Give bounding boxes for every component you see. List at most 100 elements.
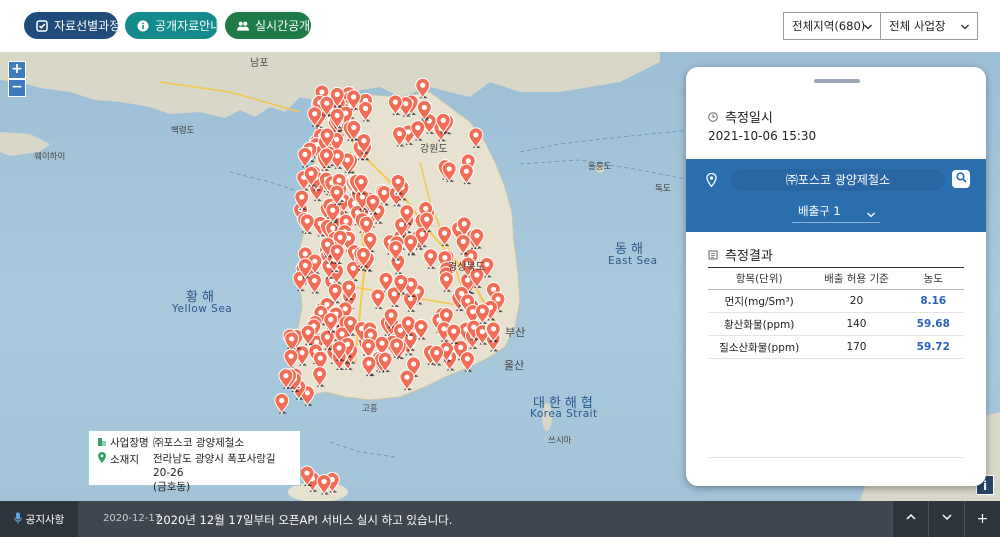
table-row: 질소산화물(ppm) 170 59.72 <box>708 335 964 359</box>
notice-prev-button[interactable] <box>892 501 928 537</box>
zoom-in-button[interactable]: + <box>8 61 26 79</box>
facility-marker[interactable] <box>357 101 373 123</box>
row-limit: 20 <box>810 289 903 313</box>
region-select[interactable]: 전체지역(680) <box>783 12 881 40</box>
facility-marker[interactable] <box>312 366 328 388</box>
chevron-down-icon <box>863 21 873 35</box>
ulleung-label: 울릉도 <box>588 162 612 172</box>
document-icon <box>708 250 718 260</box>
table-row: 황산화물(ppm) 140 59.68 <box>708 312 964 336</box>
notice-label: 공지사항 <box>25 513 65 526</box>
public-data-guide-button[interactable]: 공개자료안내 <box>125 12 222 39</box>
chevron-up-icon <box>905 511 917 527</box>
row-item: 먼지(mg/Sm³) <box>708 289 811 313</box>
realtime-disclosure-label: 실시간공개 <box>255 19 311 33</box>
site-info-popup: 사업장명 ㈜포스코 광양제철소 소재지 전라남도 광양시 폭포사랑길 20-26… <box>88 430 301 493</box>
tsushima-label: 쓰시마 <box>548 436 572 446</box>
facility-marker[interactable] <box>458 163 474 186</box>
site-name-label: 사업장명 <box>110 437 149 449</box>
zoom-out-button[interactable]: − <box>8 79 26 97</box>
column-header-item: 항목(단위) <box>708 267 811 290</box>
gyeongbuk-label: 경상북도 <box>448 262 485 273</box>
clock-icon <box>708 111 718 122</box>
site-address-row: 소재지 전라남도 광양시 폭포사랑길 20-26 (금호동) <box>97 452 292 494</box>
column-header-limit: 배출 허용 기준 <box>810 267 903 290</box>
site-address-line1: 전라남도 광양시 폭포사랑길 20-26 <box>153 453 276 479</box>
row-value: 59.72 <box>902 335 964 359</box>
facility-marker[interactable] <box>415 77 431 100</box>
notice-bar: 공지사항 2020-12-17 2020년 12월 17일부터 오픈API 서비… <box>0 501 1000 537</box>
facility-marker[interactable] <box>399 369 415 392</box>
facility-marker[interactable] <box>370 288 386 311</box>
row-value: 59.68 <box>902 312 964 336</box>
yellow-sea-en-label: Yellow Sea <box>172 303 233 315</box>
row-value: 8.16 <box>902 289 964 313</box>
chevron-down-icon <box>866 206 876 226</box>
column-header-value: 농도 <box>902 267 964 290</box>
row-limit: 170 <box>810 335 903 359</box>
outlet-select-value: 배출구 1 <box>798 204 841 218</box>
facility-marker[interactable] <box>468 127 484 150</box>
table-header-row: 항목(단위) 배출 허용 기준 농도 <box>708 267 964 290</box>
notice-text[interactable]: 2020년 12월 17일부터 오픈API 서비스 실시 하고 있습니다. <box>156 512 452 528</box>
measurement-panel: 측정일시 2021-10-06 15:30 ㈜포스코 광양제철소 배출구 1 측… <box>686 67 986 486</box>
data-selection-process-label: 자료선별과정 <box>54 19 121 33</box>
facility-marker[interactable] <box>438 271 454 294</box>
facility-marker[interactable] <box>283 348 299 371</box>
facility-marker[interactable] <box>387 94 403 117</box>
realtime-disclosure-button[interactable]: 실시간공개 <box>225 12 311 39</box>
facility-selector-band: ㈜포스코 광양제철소 배출구 1 <box>686 159 986 232</box>
location-pin-icon <box>97 452 107 467</box>
goheung-label: 고흥 <box>362 404 378 414</box>
baengnyeong-label: 백령도 <box>171 126 195 136</box>
panel-divider <box>708 457 964 458</box>
facility-marker[interactable] <box>307 273 323 295</box>
measurement-time-value: 2021-10-06 15:30 <box>708 129 817 143</box>
row-item: 황산화물(ppm) <box>708 312 811 336</box>
chevron-down-icon <box>941 511 953 527</box>
facility-marker[interactable] <box>459 351 475 374</box>
facility-marker[interactable] <box>423 248 439 271</box>
chevron-down-icon <box>960 21 970 35</box>
east-sea-en-label: East Sea <box>608 255 658 267</box>
notice-more-button[interactable]: + <box>964 501 1000 537</box>
users-icon <box>237 20 249 32</box>
measurement-result-heading: 측정결과 <box>708 245 773 264</box>
facility-marker[interactable] <box>437 225 453 248</box>
facility-marker[interactable] <box>316 473 332 496</box>
row-limit: 140 <box>810 312 903 336</box>
public-data-guide-label: 공개자료안내 <box>155 19 222 33</box>
measurement-time-title: 측정일시 <box>725 111 773 126</box>
busan-label: 부산 <box>505 326 526 339</box>
microphone-icon <box>13 512 22 527</box>
row-item: 질소산화물(ppm) <box>708 335 811 359</box>
gangwon-label: 강원도 <box>420 144 448 155</box>
site-address-line2: (금호동) <box>153 481 191 493</box>
info-circle-icon <box>137 20 149 32</box>
region-select-value: 전체지역(680) <box>792 19 866 33</box>
table-row: 먼지(mg/Sm³) 20 8.16 <box>708 289 964 313</box>
panel-drag-handle[interactable] <box>814 79 860 83</box>
facility-search-button[interactable] <box>952 170 970 188</box>
data-selection-process-button[interactable]: 자료선별과정 <box>24 12 121 39</box>
measurement-result-title: 측정결과 <box>725 249 773 264</box>
notice-next-button[interactable] <box>928 501 964 537</box>
facility-name-field[interactable]: ㈜포스코 광양제철소 <box>731 169 945 191</box>
search-icon <box>955 172 967 186</box>
site-name-row: 사업장명 ㈜포스코 광양제철소 <box>97 436 292 450</box>
facility-marker[interactable] <box>274 393 290 415</box>
site-name-value: ㈜포스코 광양제철소 <box>153 437 245 449</box>
dokdo-label: 독도 <box>655 184 671 194</box>
facility-marker[interactable] <box>297 146 313 169</box>
measurement-time-heading: 측정일시 <box>708 107 773 126</box>
site-select[interactable]: 전체 사업장 <box>880 12 978 40</box>
facility-marker[interactable] <box>361 355 377 378</box>
site-address-label: 소재지 <box>110 453 139 466</box>
facility-marker[interactable] <box>299 213 315 236</box>
outlet-select[interactable]: 배출구 1 <box>792 201 880 223</box>
facility-marker[interactable] <box>403 234 419 256</box>
site-select-value: 전체 사업장 <box>889 19 946 33</box>
top-toolbar: 자료선별과정 공개자료안내 실시간공개 전체지역(680) 전체 사업장 <box>0 0 1000 52</box>
facility-marker[interactable] <box>391 126 407 148</box>
measurement-result-table: 항목(단위) 배출 허용 기준 농도 먼지(mg/Sm³) 20 8.16 황산… <box>708 267 964 359</box>
